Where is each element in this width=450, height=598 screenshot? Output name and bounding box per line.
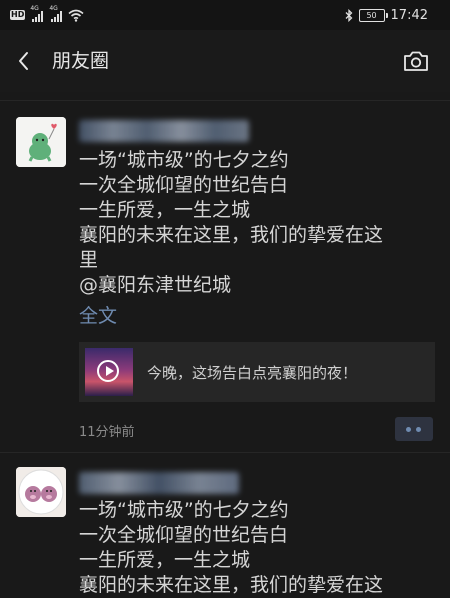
chevron-left-icon bbox=[19, 52, 28, 70]
play-icon bbox=[97, 360, 119, 382]
cartoon-pigs-icon bbox=[16, 467, 66, 517]
post-text-line: @襄阳东津世纪城 bbox=[79, 274, 232, 296]
avatar[interactable] bbox=[16, 467, 66, 517]
bluetooth-icon bbox=[345, 8, 352, 22]
nav-header: 朋友圈 bbox=[0, 30, 450, 92]
hd-voice-icon: HD bbox=[10, 10, 26, 20]
page-title: 朋友圈 bbox=[52, 50, 110, 72]
post-text-line: 襄阳的未来在这里，我们的挚爱在这 bbox=[79, 574, 384, 596]
battery-icon: 50 bbox=[358, 8, 388, 22]
post-text-line: 一场“城市级”的七夕之约 bbox=[79, 499, 289, 521]
full-text-link[interactable]: 全文 bbox=[79, 304, 117, 329]
status-bar: HD 4G 4G 50 17:42 bbox=[0, 0, 450, 30]
status-left-icons: HD 4G 4G bbox=[10, 6, 84, 23]
camera-button[interactable] bbox=[402, 48, 430, 74]
more-button[interactable] bbox=[395, 417, 433, 441]
post-text-line: 一场“城市级”的七夕之约 bbox=[79, 149, 289, 171]
status-right-icons: 50 17:42 bbox=[345, 6, 428, 24]
dot-icon bbox=[416, 427, 421, 432]
signal-icon: 4G bbox=[49, 6, 63, 22]
dot-icon bbox=[406, 427, 411, 432]
post-text: 一场“城市级”的七夕之约 一次全城仰望的世纪告白 一生所爱，一生之城 襄阳的未来… bbox=[79, 498, 431, 598]
author-name[interactable] bbox=[79, 120, 249, 142]
post-text-line: 一次全城仰望的世纪告白 bbox=[79, 174, 289, 196]
post-divider bbox=[0, 452, 450, 453]
clock: 17:42 bbox=[390, 7, 428, 23]
post-text-line: 一次全城仰望的世纪告白 bbox=[79, 524, 289, 546]
post-time: 11分钟前 bbox=[79, 425, 135, 440]
post-text: 一场“城市级”的七夕之约 一次全城仰望的世纪告白 一生所爱，一生之城 襄阳的未来… bbox=[79, 148, 431, 298]
share-card[interactable]: 今晚，这场告白点亮襄阳的夜！ bbox=[79, 342, 435, 402]
post-text-line: 一生所爱，一生之城 bbox=[79, 199, 251, 221]
wifi-icon bbox=[68, 9, 84, 22]
author-name[interactable] bbox=[79, 472, 239, 494]
video-thumbnail bbox=[85, 348, 133, 396]
share-card-title: 今晚，这场告白点亮襄阳的夜！ bbox=[147, 364, 358, 382]
signal-icon: 4G bbox=[30, 6, 44, 22]
header-divider bbox=[0, 100, 450, 101]
avatar[interactable] bbox=[16, 117, 66, 167]
post-text-line: 一生所爱，一生之城 bbox=[79, 549, 251, 571]
post-text-line: 里 bbox=[79, 249, 99, 271]
post-text-line: 襄阳的未来在这里，我们的挚爱在这 bbox=[79, 224, 384, 246]
camera-icon bbox=[404, 51, 428, 71]
dinosaur-icon bbox=[16, 117, 66, 167]
back-button[interactable] bbox=[12, 48, 38, 74]
